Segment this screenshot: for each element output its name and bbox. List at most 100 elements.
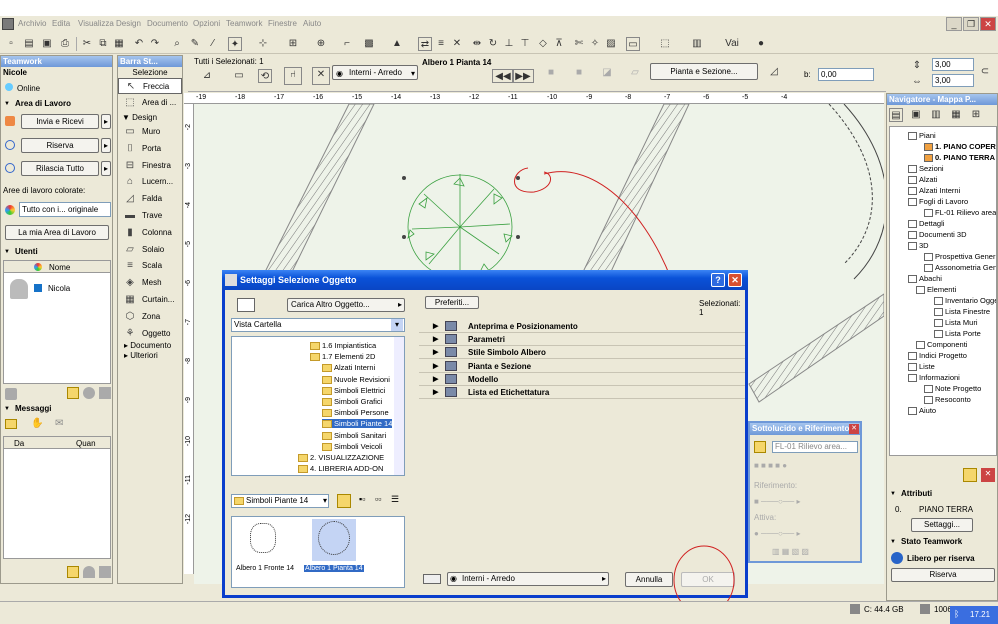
user-name[interactable]: Nicola [48, 284, 70, 293]
tree-folder[interactable]: Simboli Elettrici [322, 386, 385, 395]
nav-item[interactable]: Note Progetto [924, 384, 981, 394]
riserva-menu-button[interactable]: ▸ [101, 138, 111, 153]
messaggi-header[interactable]: Messaggi [1, 403, 112, 415]
mat-2-icon[interactable]: ■ [572, 66, 586, 80]
user-action-1-icon[interactable] [67, 387, 79, 399]
tool-11[interactable]: ⬡ Zona [118, 309, 182, 325]
organizer-icon[interactable]: ⊞ [969, 108, 983, 122]
restore-icon[interactable]: ❐ [963, 17, 979, 31]
adjust-icon[interactable]: ⊼ [552, 37, 566, 51]
nav-riserva-button[interactable]: Riserva [891, 568, 995, 582]
tool-10[interactable]: ▦ Curtain... [118, 292, 182, 308]
next-icon[interactable]: ▶▶ [512, 69, 534, 83]
tool-3[interactable]: ⌂ Lucern... [118, 174, 182, 190]
quan-column[interactable]: Quan [76, 439, 96, 448]
lock-ratio-icon[interactable]: ⊂ [978, 65, 992, 79]
nav-item[interactable]: 3D [908, 241, 929, 251]
3d-view-icon[interactable]: ⬚ [658, 37, 672, 51]
riferimento-select[interactable]: FL-01 Rilievo area... [772, 441, 858, 453]
nav-item[interactable]: Assonometria Generica [924, 263, 996, 273]
riserva-button[interactable]: Riserva [21, 138, 99, 153]
save-icon[interactable]: ▣ [40, 37, 54, 51]
eyedropper-icon[interactable]: ⁄ [206, 37, 220, 51]
paste-icon[interactable]: ▦ [112, 37, 126, 51]
nav-delete-icon[interactable]: ✕ [981, 468, 995, 482]
thumb-pianta-label[interactable]: Albero 1 Pianta 14 [304, 565, 364, 572]
grid-icon[interactable]: ⊞ [286, 37, 300, 51]
explode-icon[interactable]: ✧ [588, 37, 602, 51]
guide-icon[interactable]: ⊕ [314, 37, 328, 51]
tool-9[interactable]: ◈ Mesh [118, 275, 182, 291]
nav-item[interactable]: Dettagli [908, 219, 944, 229]
view-icon[interactable]: ▭ [626, 37, 640, 51]
section-icon[interactable]: ▥ [690, 37, 704, 51]
nav-item[interactable]: Resoconto [924, 395, 971, 405]
rotate-object-icon[interactable]: ⟲ [258, 69, 272, 83]
preferiti-button[interactable]: Preferiti... [425, 296, 479, 309]
layout-book-icon[interactable]: ▥ [929, 108, 943, 122]
nav-item[interactable]: Alzati Interni [908, 186, 960, 196]
offset-icon[interactable]: ◇ [536, 37, 550, 51]
tool-6[interactable]: ▮ Colonna [118, 225, 182, 241]
close-icon[interactable]: ✕ [980, 17, 996, 31]
tree-folder[interactable]: Simboli Piante 14 [322, 419, 393, 429]
mat-1-icon[interactable]: ■ [544, 66, 558, 80]
user-action-2-icon[interactable] [83, 387, 95, 399]
nav-item[interactable]: Sezioni [908, 164, 944, 174]
menu-teamwork[interactable]: Teamwork [226, 19, 262, 28]
tree-folder[interactable]: Nuvole Revisioni [322, 375, 390, 384]
mirror-icon[interactable]: ⇹ [470, 37, 484, 51]
bluetooth-icon[interactable]: ᛒ [954, 609, 959, 619]
trim-icon[interactable]: ⌐ [340, 37, 354, 51]
split-icon[interactable]: ✄ [572, 37, 586, 51]
publisher-icon[interactable]: ▦ [949, 108, 963, 122]
tree-folder[interactable]: 2. VISUALIZZAZIONE [298, 453, 384, 463]
dialog-close-button[interactable]: ✕ [728, 273, 742, 287]
tool-area[interactable]: ⬚ Area di ... [118, 95, 182, 111]
undo-icon[interactable]: ↶ [132, 37, 146, 51]
nav-item[interactable]: Lista Finestre [934, 307, 990, 317]
help-button[interactable]: ? [711, 273, 725, 287]
rilascia-tutto-button[interactable]: Rilascia Tutto [21, 161, 99, 176]
nav-item[interactable]: Informazioni [908, 373, 960, 383]
settaggi-button[interactable]: Settaggi... [911, 518, 973, 532]
invia-ricevi-button[interactable]: Invia e Ricevi [21, 114, 99, 129]
rilascia-menu-button[interactable]: ▸ [101, 161, 111, 176]
thumb-pianta-selected[interactable] [312, 519, 356, 561]
attributi-header[interactable]: Attributi [887, 488, 997, 500]
vai-menu[interactable]: Vai [722, 37, 742, 51]
nav-item[interactable]: Lista Muri [934, 318, 978, 328]
group-icon[interactable]: ▩ [362, 37, 376, 51]
msg-action-1-icon[interactable] [67, 566, 79, 578]
request-icon[interactable]: ✉ [55, 418, 63, 429]
menu-archivio[interactable]: Archivio [18, 19, 46, 28]
hand-icon[interactable]: ✋ [31, 418, 43, 429]
fill-icon[interactable]: ▨ [604, 37, 618, 51]
small-icons-icon[interactable]: ▫▫ [375, 494, 381, 504]
menu-edita[interactable]: Edita [52, 19, 70, 28]
stato-teamwork-header[interactable]: Stato Teamwork [887, 536, 997, 548]
magic-wand-icon[interactable]: ✦ [228, 37, 242, 51]
nav-item[interactable]: Componenti [916, 340, 967, 350]
layer-select[interactable]: ◉ Interni - Arredo ▾ [332, 65, 418, 80]
nav-item[interactable]: FL-01 Rilievo area [924, 208, 996, 218]
project-map-icon[interactable]: ▤ [889, 108, 903, 122]
suspend-icon[interactable]: ⇄ [418, 37, 432, 51]
nav-item[interactable]: Inventario Oggetti [934, 296, 996, 306]
mia-area-button[interactable]: La mia Area di Lavoro [5, 225, 109, 240]
thumb-fronte-label[interactable]: Albero 1 Fronte 14 [236, 565, 294, 572]
clock[interactable]: 17.21 [970, 610, 990, 619]
area-lavoro-header[interactable]: Area di Lavoro [1, 98, 112, 110]
tool-4[interactable]: ◿ Falda [118, 191, 182, 207]
new-icon[interactable]: ▫ [4, 37, 18, 51]
nav-item[interactable]: Abachi [908, 274, 942, 284]
chair-icon[interactable]: ⑁ [284, 67, 302, 85]
carica-altro-button[interactable]: Carica Altro Oggetto... ▸ [287, 298, 405, 312]
layers-icon[interactable]: ≡ [434, 37, 448, 51]
rotate-angle-icon[interactable]: ◿ [766, 65, 782, 79]
teamwork-icon[interactable]: ● [754, 37, 768, 51]
riferimento-slider[interactable]: ■ ───○── ▸ [754, 497, 858, 507]
utenti-header[interactable]: Utenti [1, 246, 112, 258]
stretch-icon[interactable]: ⊤ [518, 37, 532, 51]
tool-0[interactable]: ▭ Muro [118, 124, 182, 140]
